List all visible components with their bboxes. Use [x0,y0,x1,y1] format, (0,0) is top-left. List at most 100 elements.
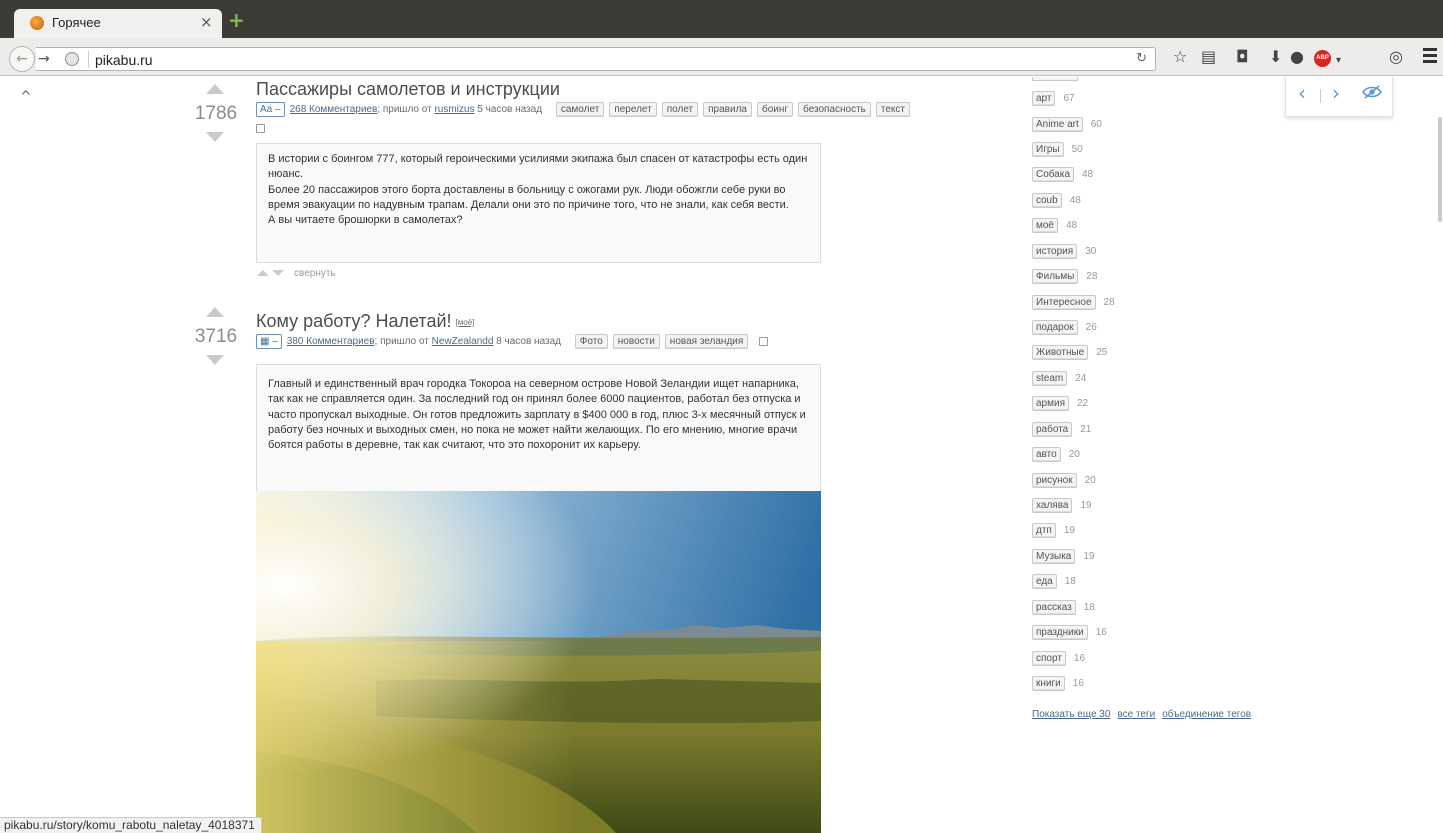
bookmark-star-icon[interactable]: ☆ [1173,48,1187,66]
hamburger-menu-icon[interactable] [1423,48,1437,66]
story-tag[interactable]: боинг [756,102,794,118]
sidebar-tag-name[interactable]: coub [1032,193,1062,208]
small-upvote-icon[interactable] [257,270,269,277]
adblock-icon[interactable]: ABP [1314,50,1331,67]
sidebar-tag-name[interactable]: рассказ [1032,600,1076,615]
sidebar-tag[interactable]: спорт 16 [1032,651,1085,666]
sidebar-tag-name[interactable]: работа [1032,422,1073,437]
adblock-dropdown-icon[interactable]: ▾ [1336,52,1341,70]
sidebar-tag[interactable]: моё 48 [1032,218,1077,233]
save-icon[interactable] [759,337,769,346]
sidebar-tag[interactable]: дтп 19 [1032,523,1075,538]
sidebar-tag-name[interactable]: рисунок [1032,473,1077,488]
sidebar-tag[interactable]: coub 48 [1032,193,1081,208]
save-icon[interactable] [256,124,265,133]
sidebar-tag-name[interactable]: арт [1032,91,1056,106]
story-photo[interactable] [256,491,821,833]
sidebar-tag[interactable]: рисунок 20 [1032,473,1096,488]
url-text[interactable]: pikabu.ru [95,52,153,68]
small-downvote-icon[interactable] [272,270,284,277]
sidebar-tag[interactable]: Фильмы 28 [1032,269,1097,284]
sidebar-tag-name[interactable]: подарок [1032,320,1078,335]
sidebar-tag-name[interactable]: Музыка [1032,549,1076,564]
sidebar-tag[interactable]: армия 22 [1032,396,1088,411]
reload-icon[interactable]: ↻ [1136,51,1147,66]
upvote-icon[interactable] [206,84,224,94]
extension-icon[interactable]: ◎ [1389,48,1403,66]
sidebar-tag[interactable]: Музыка 19 [1032,549,1095,564]
merge-tags-link[interactable]: объединение тегов [1162,709,1251,720]
sidebar-tag-name[interactable]: Фильмы [1032,269,1079,284]
new-tab-icon[interactable]: + [228,10,245,30]
sidebar-tag[interactable]: рассказ 18 [1032,600,1095,615]
forward-icon[interactable]: → [38,51,50,67]
sidebar-tag[interactable]: Интересное 28 [1032,295,1115,310]
sidebar-tag[interactable]: еда 18 [1032,574,1076,589]
story-tag[interactable]: безопасность [798,102,871,118]
comments-link[interactable]: 380 Комментариев [287,336,375,347]
sidebar-tag-name[interactable]: Животные [1032,345,1089,360]
next-story-icon[interactable]: › [1332,81,1340,105]
sidebar-tag[interactable]: Животные 25 [1032,345,1107,360]
chat-icon[interactable]: ● [1290,48,1304,66]
sidebar-tag-name[interactable]: Игры [1032,142,1064,157]
sidebar-tag-name[interactable]: армия [1032,396,1069,411]
author-link[interactable]: NewZealandd [432,336,494,347]
sidebar-tag[interactable]: подарок 26 [1032,320,1097,335]
download-icon[interactable]: ⬇ [1269,48,1282,66]
story-tag[interactable]: новости [612,334,660,350]
sidebar-tag[interactable]: Anime art 60 [1032,117,1102,132]
comments-link[interactable]: 268 Комментариев [290,104,378,115]
story-tag[interactable]: полет [661,102,699,118]
upvote-icon[interactable] [206,307,224,317]
sidebar-tag-name[interactable]: книги [1032,676,1065,691]
sidebar-tag-name[interactable]: еда [1032,574,1057,589]
story-title[interactable]: Кому работу? Налетай! [моё] [256,311,474,332]
show-more-link[interactable]: Показать еще 30 [1032,709,1110,720]
back-button[interactable]: ← [9,46,35,72]
sidebar-tag[interactable]: Собака 48 [1032,167,1093,182]
sidebar-tag[interactable]: халява 19 [1032,498,1092,513]
sidebar-tag-name[interactable]: праздники [1032,625,1088,640]
sidebar-tag-name[interactable]: дтп [1032,523,1056,538]
scrollbar-thumb[interactable] [1438,117,1442,222]
sidebar-tag-name[interactable]: Собака [1032,167,1074,182]
story-title[interactable]: Пассажиры самолетов и инструкции [256,79,560,100]
tab-close-icon[interactable]: × [200,13,213,31]
sidebar-tag[interactable]: история 30 [1032,244,1096,259]
sidebar-tag-name[interactable]: халява [1032,498,1073,513]
story-tag[interactable]: новая зеландия [664,334,749,350]
collapse-link[interactable]: свернуть [294,268,336,279]
url-bar[interactable]: pikabu.ru ↻ [36,47,1156,71]
sidebar-tag[interactable]: steam 24 [1032,371,1086,386]
sidebar-tag-name[interactable]: спорт [1032,651,1066,666]
story-tag[interactable]: Фото [574,334,608,350]
sidebar-tag-name[interactable]: steam [1032,371,1068,386]
sidebar-tag-name[interactable]: Anime art [1032,117,1083,132]
previous-story-icon[interactable]: ‹ [1298,81,1306,105]
sidebar-tag[interactable]: праздники 16 [1032,625,1107,640]
sidebar-tag[interactable]: арт 67 [1032,91,1075,106]
sidebar-tag-name[interactable]: моё [1032,218,1058,233]
story-title-text[interactable]: Кому работу? Налетай! [256,311,452,331]
story-tag[interactable]: правила [703,102,752,118]
collapse-sidebar-icon[interactable]: ^ [20,89,32,105]
sidebar-tag-name[interactable]: авто [1032,447,1061,462]
story-type-badge[interactable]: ▦ – [256,334,282,349]
story-tag[interactable]: самолет [555,102,605,118]
hide-viewed-eye-icon[interactable] [1362,85,1382,104]
story-tag[interactable]: текст [875,102,910,118]
downvote-icon[interactable] [206,355,224,365]
tab-hot[interactable]: Горячее × [14,9,222,38]
sidebar-tag[interactable]: авто 20 [1032,447,1080,462]
story-tag[interactable]: перелет [609,102,657,118]
sidebar-tag[interactable]: работа 21 [1032,422,1091,437]
downvote-icon[interactable] [206,132,224,142]
sidebar-tag[interactable]: Игры 50 [1032,142,1083,157]
sidebar-tag-name[interactable]: Интересное [1032,295,1096,310]
reading-list-icon[interactable]: ▤ [1201,48,1216,66]
pocket-icon[interactable]: ◘ [1236,48,1249,66]
author-link[interactable]: rusmizus [434,104,474,115]
story-type-badge[interactable]: Aa – [256,102,285,117]
sidebar-tag[interactable]: книги 16 [1032,676,1084,691]
